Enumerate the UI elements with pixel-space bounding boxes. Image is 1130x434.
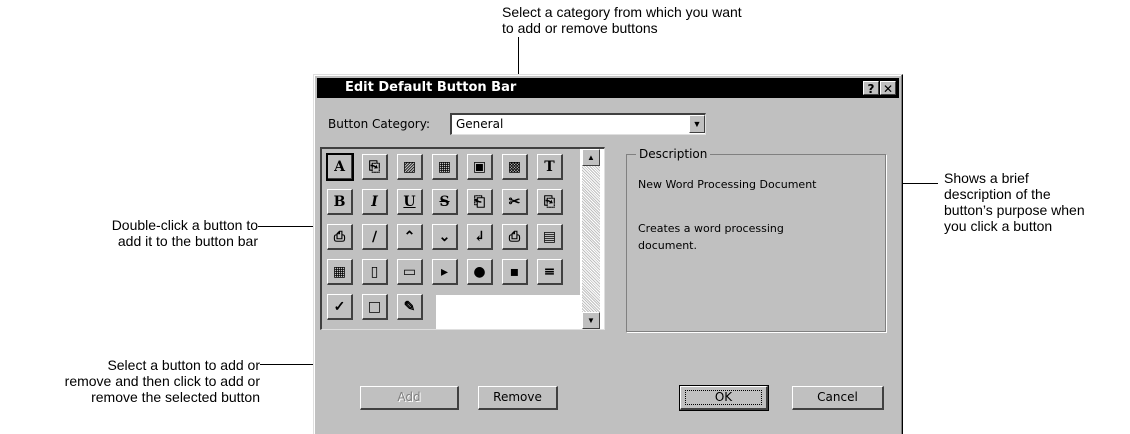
category-value: General <box>456 117 504 131</box>
frame-icon[interactable]: □ <box>362 294 388 320</box>
grid-scrollbar[interactable]: ▲ ▼ <box>582 149 600 329</box>
wp-doc-icon[interactable]: ⎘ <box>362 154 388 180</box>
callout-left-mid: Double-click a button to add it to the b… <box>58 217 258 249</box>
drawing-icon[interactable]: ▩ <box>502 154 528 180</box>
scroll-down-icon[interactable]: ▼ <box>582 312 600 329</box>
grid-empty-area <box>436 295 580 329</box>
button-grid-panel: A ⎘ ▨ ▦ ▣ ▩ T B I U S ⎗ ✂ ⎘ ⎙ ∕ ⌃ ⌄ ↲ ⎙ ▤ ▦ ▯ ▭ ▸ ● ▪ ≡ ✓ □ ✎ <box>322 149 580 329</box>
callout-right-line1: Shows a brief <box>944 170 1029 186</box>
presentation-icon[interactable]: ▣ <box>467 154 493 180</box>
macro-edit-icon[interactable]: ▪ <box>502 259 528 285</box>
cancel-button[interactable]: Cancel <box>792 386 884 410</box>
callout-left-bottom-line3: remove the selected button <box>91 389 260 405</box>
page-icon[interactable]: ▯ <box>362 259 388 285</box>
callout-top-line1: Select a category from which you want <box>502 4 742 20</box>
callout-right: Shows a brief description of the button’… <box>944 170 1085 234</box>
spell-check-icon[interactable]: ✓ <box>327 294 353 320</box>
title-bar: Edit Default Button Bar ? ✕ <box>317 78 899 98</box>
description-body: Creates a word processing document. <box>638 222 784 252</box>
paste-icon[interactable]: ⎘ <box>537 189 563 215</box>
callout-right-line4: you click a button <box>944 218 1053 234</box>
open-folder-icon[interactable]: ⌃ <box>397 224 423 250</box>
macro-record-icon[interactable]: ● <box>467 259 493 285</box>
scroll-up-icon[interactable]: ▲ <box>582 149 600 166</box>
remove-button[interactable]: Remove <box>478 386 558 410</box>
bold-icon[interactable]: B <box>327 189 353 215</box>
save-folder-icon[interactable]: ⌄ <box>432 224 458 250</box>
close-button[interactable]: ✕ <box>880 81 896 96</box>
category-label: Button Category: <box>328 117 430 131</box>
category-dropdown[interactable]: General ▼ <box>450 113 706 135</box>
tile-windows-icon[interactable]: ▦ <box>327 259 353 285</box>
help-button[interactable]: ? <box>863 81 879 96</box>
italic-icon[interactable]: I <box>362 189 388 215</box>
callout-right-line3: button’s purpose when <box>944 202 1085 218</box>
doc-template-icon[interactable]: ▨ <box>397 154 423 180</box>
new-wp-doc-icon[interactable]: A <box>326 153 354 181</box>
callout-top-line2: to add or remove buttons <box>502 20 658 36</box>
page-margin-icon[interactable]: ▭ <box>397 259 423 285</box>
cut-icon[interactable]: ✂ <box>502 189 528 215</box>
text-icon[interactable]: T <box>537 154 563 180</box>
button-grid: A ⎘ ▨ ▦ ▣ ▩ T B I U S ⎗ ✂ ⎘ ⎙ ∕ ⌃ ⌄ ↲ ⎙ ▤ ▦ ▯ ▭ ▸ ● ▪ ≡ ✓ □ ✎ ▲ ▼ <box>320 147 605 330</box>
strikeout-icon[interactable]: S <box>432 189 458 215</box>
add-button[interactable]: Add <box>360 386 459 410</box>
callout-top: Select a category from which you want to… <box>502 4 742 36</box>
chevron-down-icon[interactable]: ▼ <box>689 115 705 133</box>
description-title: New Word Processing Document <box>638 178 817 191</box>
copy-icon[interactable]: ⎗ <box>467 189 493 215</box>
macro-list-icon[interactable]: ≡ <box>537 259 563 285</box>
edit-button-bar-dialog: Edit Default Button Bar ? ✕ Button Categ… <box>313 74 903 434</box>
insert-file-icon[interactable]: ↲ <box>467 224 493 250</box>
macro-play-icon[interactable]: ▸ <box>432 259 458 285</box>
callout-left-mid-line2: add it to the button bar <box>117 233 258 249</box>
multiple-windows-icon[interactable]: ▤ <box>537 224 563 250</box>
callout-left-bottom-line2: remove and then click to add or <box>64 373 260 389</box>
dialog-title: Edit Default Button Bar <box>345 80 517 95</box>
callout-right-line2: description of the <box>944 186 1051 202</box>
spreadsheet-icon[interactable]: ▦ <box>432 154 458 180</box>
print-icon[interactable]: ⎙ <box>502 224 528 250</box>
callout-left-mid-line1: Double-click a button to <box>111 217 258 233</box>
edit-icon[interactable]: ✎ <box>397 294 423 320</box>
ok-focus-ring <box>685 390 762 405</box>
callout-left-bottom: Select a button to add or remove and the… <box>4 357 260 405</box>
underline-icon[interactable]: U <box>397 189 423 215</box>
description-group-label: Description <box>636 147 711 161</box>
callout-left-bottom-line1: Select a button to add or <box>107 357 260 373</box>
paste-special-icon[interactable]: ⎙ <box>327 224 353 250</box>
pen-icon[interactable]: ∕ <box>362 224 388 250</box>
ok-button[interactable]: OK <box>679 385 769 411</box>
